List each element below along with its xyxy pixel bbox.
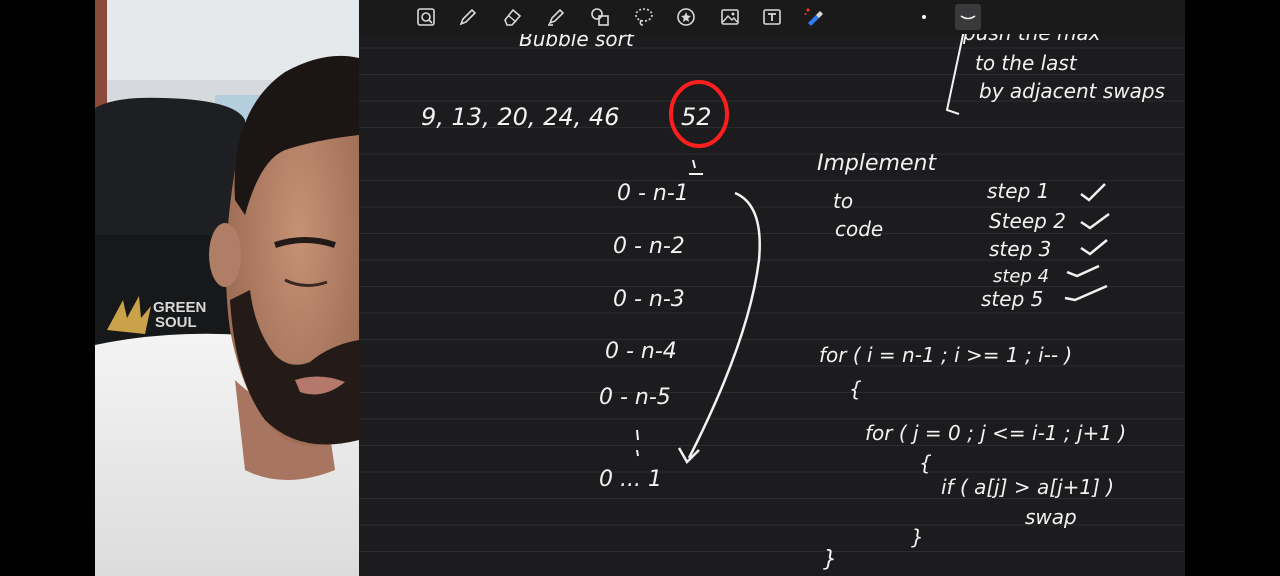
- video-frame: GREEN SOUL Bubble sort to the last by ad…: [0, 0, 1280, 576]
- notes-canvas[interactable]: Bubble sort push the max to the last by …: [359, 0, 1185, 576]
- circled-value: 52: [681, 103, 712, 131]
- pass-item: 0 - n-2: [613, 234, 685, 259]
- check-icon: [1080, 212, 1110, 230]
- eraser-icon[interactable]: [499, 4, 525, 30]
- pass-item: 0 - n-4: [605, 339, 677, 364]
- step-item: step 5: [981, 287, 1043, 311]
- pen-icon[interactable]: [455, 4, 481, 30]
- laser-pointer-icon[interactable]: [801, 4, 827, 30]
- steps-list: step 1 Steep 2 step 3 step 4 step 5: [981, 179, 1066, 311]
- implement-line-1: Implement: [817, 151, 937, 176]
- check-icon: [1064, 284, 1108, 302]
- pass-item: 0 - n-3: [613, 287, 685, 312]
- presenter-video: GREEN SOUL: [95, 0, 359, 576]
- check-marks: [1064, 183, 1110, 302]
- code-line-3: for ( j = 0 ; j <= i-1 ; j+1 ): [865, 421, 1126, 445]
- step-item: step 1: [987, 179, 1049, 203]
- lasso-icon[interactable]: [631, 4, 657, 30]
- code-line-1: for ( i = n-1 ; i >= 1 ; i-- ): [819, 343, 1072, 367]
- code-line-4: {: [919, 451, 932, 475]
- check-icon: [1080, 239, 1108, 256]
- webcam-panel: GREEN SOUL: [95, 0, 359, 576]
- zoom-box-icon[interactable]: [413, 4, 439, 30]
- shapes-icon[interactable]: [587, 4, 613, 30]
- implement-line-2: to: [833, 189, 853, 213]
- code-line-8: }: [823, 547, 837, 572]
- chair-logo-text-2: SOUL: [155, 314, 197, 331]
- text-box-icon[interactable]: [759, 4, 785, 30]
- pass-item: 0 ... 1: [599, 467, 662, 492]
- pen-color-dot[interactable]: [911, 4, 937, 30]
- top-right-line-3: by adjacent swaps: [979, 79, 1165, 103]
- code-line-7: }: [911, 525, 924, 549]
- image-icon[interactable]: [717, 4, 743, 30]
- step-item: step 3: [989, 237, 1051, 261]
- tick-mark: [689, 159, 703, 175]
- step-item: step 4: [993, 266, 1049, 287]
- drawing-toolbar: [359, 0, 1185, 34]
- array-text: 9, 13, 20, 24, 46: [421, 103, 619, 131]
- highlighter-icon[interactable]: [543, 4, 569, 30]
- continuation-dots: [636, 429, 639, 457]
- code-line-2: {: [849, 377, 862, 401]
- step-item: Steep 2: [989, 209, 1066, 233]
- implement-line-3: code: [835, 217, 883, 241]
- check-icon: [1066, 264, 1100, 278]
- top-right-line-2: to the last: [975, 51, 1078, 75]
- arrow-head: [677, 447, 700, 465]
- pass-item: 0 - n-1: [617, 181, 689, 206]
- notes-page[interactable]: Bubble sort push the max to the last by …: [359, 0, 1185, 576]
- stroke-width-icon[interactable]: [955, 4, 981, 30]
- code-line-6: swap: [1025, 505, 1077, 529]
- pass-item: 0 - n-5: [599, 385, 671, 410]
- pass-arrow: [687, 191, 761, 459]
- check-icon: [1080, 183, 1106, 202]
- code-line-5: if ( a[j] > a[j+1] ): [941, 475, 1114, 499]
- sticker-icon[interactable]: [673, 4, 699, 30]
